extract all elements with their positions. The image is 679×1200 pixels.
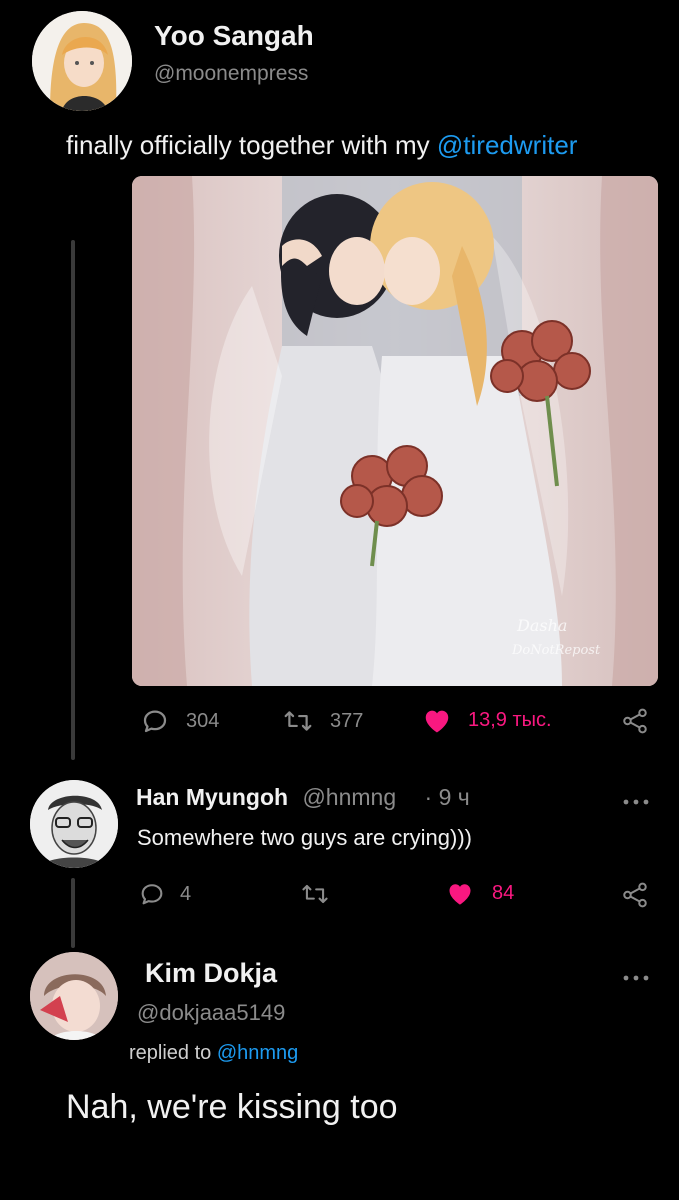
retweet-count: 377 [330, 709, 364, 732]
reply1-time[interactable]: · 9 ч [425, 784, 470, 810]
share-button[interactable] [620, 706, 650, 736]
reply2-author-name[interactable]: Kim Dokja [145, 958, 277, 989]
reply1-like-count: 84 [492, 881, 515, 904]
reply-icon [138, 880, 166, 908]
reply2-replied-to: replied to @hnmng [129, 1042, 298, 1065]
like-button[interactable]: 13,9 тыс. [422, 706, 552, 734]
post-text: finally officially together with my @tir… [66, 130, 577, 161]
heart-icon [422, 706, 452, 734]
reply1-author-name[interactable]: Han Myungoh [136, 784, 288, 810]
post-image[interactable]: Dasha DoNotRepost [132, 176, 658, 686]
reply-button[interactable]: 304 [140, 706, 219, 736]
reply-count: 304 [186, 709, 220, 732]
reply-icon [140, 706, 170, 736]
reply1-reply-button[interactable]: 4 [138, 880, 191, 908]
watermark-donotrepost: DoNotRepost [511, 643, 601, 658]
more-icon [622, 962, 650, 987]
avatar-kim-dokja[interactable] [30, 952, 118, 1040]
retweet-button[interactable]: 377 [282, 706, 363, 736]
retweet-icon [300, 880, 330, 908]
reply1-header: Han Myungoh @hnmng · 9 ч [136, 784, 470, 811]
reply1-text: Somewhere two guys are crying))) [137, 825, 473, 850]
post-author-name[interactable]: Yoo Sangah [154, 20, 314, 52]
like-count: 13,9 тыс. [468, 708, 552, 731]
reply1-more-button[interactable] [622, 794, 650, 806]
share-icon [620, 880, 650, 910]
thread-line-2 [71, 878, 75, 948]
reply2-text: Nah, we're kissing too [66, 1088, 398, 1126]
more-icon [622, 786, 650, 811]
share-icon [620, 706, 650, 736]
retweet-icon [282, 706, 314, 736]
avatar-han-myungoh[interactable] [30, 780, 118, 868]
replied-to-label: replied to [129, 1042, 217, 1064]
reply1-like-button[interactable]: 84 [446, 880, 514, 906]
replied-to-link[interactable]: @hnmng [217, 1042, 298, 1064]
reply1-share-button[interactable] [620, 880, 650, 910]
reply2-more-button[interactable] [622, 970, 650, 982]
post-author-handle[interactable]: @moonempress [154, 62, 308, 86]
reply2-author-handle[interactable]: @dokjaaa5149 [137, 1000, 285, 1026]
reply1-retweet-button[interactable] [300, 880, 330, 908]
post-text-body: finally officially together with my [66, 130, 437, 160]
watermark-dasha: Dasha [516, 616, 567, 635]
reply1-reply-count: 4 [180, 882, 192, 905]
reply1-author-handle[interactable]: @hnmng [302, 784, 396, 810]
artwork-illustration: Dasha DoNotRepost [132, 176, 658, 686]
avatar-yoo-sangah[interactable] [32, 11, 132, 111]
heart-icon [446, 880, 474, 906]
post-mention-link[interactable]: @tiredwriter [437, 130, 578, 160]
thread-line [71, 240, 75, 760]
